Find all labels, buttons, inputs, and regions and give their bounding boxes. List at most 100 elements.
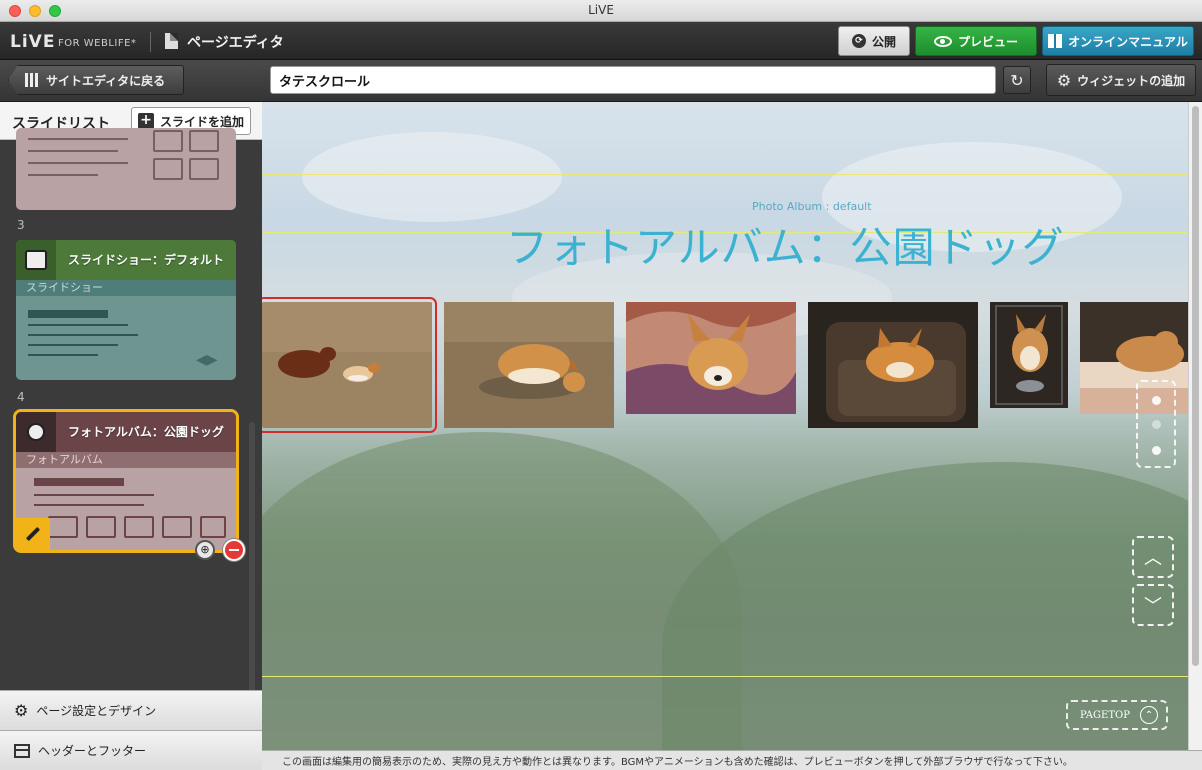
page-settings-label: ページ設定とデザイン [36,704,157,718]
placeholder-image-icon [86,516,116,538]
editor-title: ページエディタ [187,35,284,51]
album-photo-4[interactable] [808,302,978,428]
window-title: LiVE [588,3,614,17]
back-to-site-editor-button[interactable]: サイトエディタに戻る [8,65,184,95]
placeholder-image-icon [200,516,226,538]
photo-corgi-crate [990,302,1068,408]
page-toolbar: サイトエディタに戻る ↻ ⚙ ウィジェットの追加 [0,60,1202,102]
reload-button[interactable]: ↻ [1003,66,1031,94]
slide-sidebar: スライドリスト + スライドを追加 3 スライドショー：デフォルト スライドショ… [0,102,262,770]
widget-label: Photo Album : default [752,200,872,213]
duplicate-slide-button[interactable]: ⊕ [195,540,215,560]
placeholder-image-icon [48,516,78,538]
book-icon [1048,34,1063,48]
online-manual-button[interactable]: オンラインマニュアル [1042,26,1194,56]
placeholder-block [34,478,124,486]
placeholder-image-icon [124,516,154,538]
photo-dogs-running [262,302,432,428]
photo-corgi-sniffing [444,302,614,428]
header-footer-icon [14,743,30,758]
gear-icon: ⚙ [1056,70,1072,90]
placeholder-line [28,344,118,346]
preview-label: プレビュー [957,34,1018,49]
delete-slide-button[interactable] [223,539,245,561]
placeholder-line [28,162,128,164]
edit-slide-button[interactable] [16,518,50,550]
slide-prev-arrow-icon: ◀▶ [196,352,218,368]
placeholder-line [28,150,118,152]
page-top-button[interactable]: PAGETOP ⌃ [1066,700,1168,730]
slide-card-title: スライドショー：デフォルト [68,253,225,267]
slide-number: 4 [17,390,25,404]
album-photo-1[interactable] [262,297,437,433]
guide-line [262,174,1188,175]
page-title-input[interactable] [270,66,996,94]
status-message: この画面は編集用の簡易表示のため、実際の見え方や動作とは異なります。BGMやアニ… [282,757,1073,768]
slide-card-2[interactable] [16,128,236,210]
page-preview-canvas[interactable]: Photo Album : default フォトアルバム：公園ドッグ ︿ ﹀ … [262,102,1188,750]
placeholder-line [28,334,138,336]
publish-icon: ⟳ [851,34,866,48]
camera-frame-icon [27,423,45,441]
slide-number: 3 [17,218,25,232]
pager-dot[interactable] [1152,396,1161,405]
chevron-down-icon: ﹀ [1144,596,1162,617]
placeholder-line [28,324,128,326]
album-heading[interactable]: フォトアルバム：公園ドッグ [506,214,1065,275]
pagetop-label: PAGETOP [1080,709,1130,721]
arrow-up-icon: ⌃ [1139,706,1158,724]
camera-icon [16,412,56,452]
scroll-up-button[interactable]: ︿ [1132,536,1174,578]
page-settings-button[interactable]: ⚙ ページ設定とデザイン [0,690,262,730]
header-divider [150,32,151,52]
app-logo: LiVE [10,32,56,52]
slide-card-header: フォトアルバム：公園ドッグ [16,412,236,452]
slide-card-type: スライドショー [16,280,236,296]
photo-corgi-blanket [626,302,796,414]
slide-card-type: フォトアルバム [16,452,236,468]
album-photo-5[interactable] [990,302,1068,408]
slide-card-3[interactable]: スライドショー：デフォルト スライドショー ◀▶ [16,240,236,380]
album-photo-3[interactable] [626,302,796,414]
app-logo-sub: FOR WEBLIFE* [58,38,137,49]
canvas-scrollbar[interactable] [1188,102,1202,750]
slide-card-header: スライドショー：デフォルト [16,240,236,280]
placeholder-image-icon [153,130,183,152]
placeholder-line [34,504,144,506]
window-titlebar: LiVE [0,0,1202,22]
publish-button[interactable]: ⟳ 公開 [838,26,910,56]
background-cloud [302,132,562,222]
placeholder-block [28,310,108,318]
add-widget-label: ウィジェットの追加 [1077,73,1186,88]
slide-card-preview: ◀▶ [16,296,236,380]
placeholder-image-icon [189,130,219,152]
album-pager-dots[interactable] [1136,380,1176,468]
header-footer-button[interactable]: ヘッダーとフッター [0,730,262,770]
publish-label: 公開 [871,34,896,49]
placeholder-image-icon [153,158,183,180]
preview-button[interactable]: プレビュー [915,26,1037,56]
image-frame-icon [25,250,47,270]
scroll-down-button[interactable]: ﹀ [1132,584,1174,626]
pager-dot[interactable] [1152,446,1161,455]
reload-icon: ↻ [1010,70,1024,90]
back-label: サイトエディタに戻る [46,73,166,88]
placeholder-image-icon [162,516,192,538]
placeholder-line [34,494,154,496]
slide-list[interactable]: 3 スライドショー：デフォルト スライドショー ◀▶ 4 フォトアルバム：公園ド… [0,128,262,690]
placeholder-line [28,174,98,176]
columns-icon [25,73,38,87]
eye-icon [933,35,952,47]
slide-card-title: フォトアルバム：公園ドッグ [68,425,224,439]
placeholder-image-icon [189,158,219,180]
plus-icon: + [138,113,154,129]
gear-icon: ⚙ [14,701,29,720]
album-photo-2[interactable] [444,302,614,428]
canvas-scrollbar-thumb[interactable] [1192,106,1199,666]
add-slide-label: スライドを追加 [160,114,245,129]
pager-dot[interactable] [1152,420,1161,429]
pencil-icon [25,526,41,542]
guide-line [262,676,1188,677]
photo-corgi-sofa [808,302,978,428]
add-widget-button[interactable]: ⚙ ウィジェットの追加 [1046,64,1196,96]
